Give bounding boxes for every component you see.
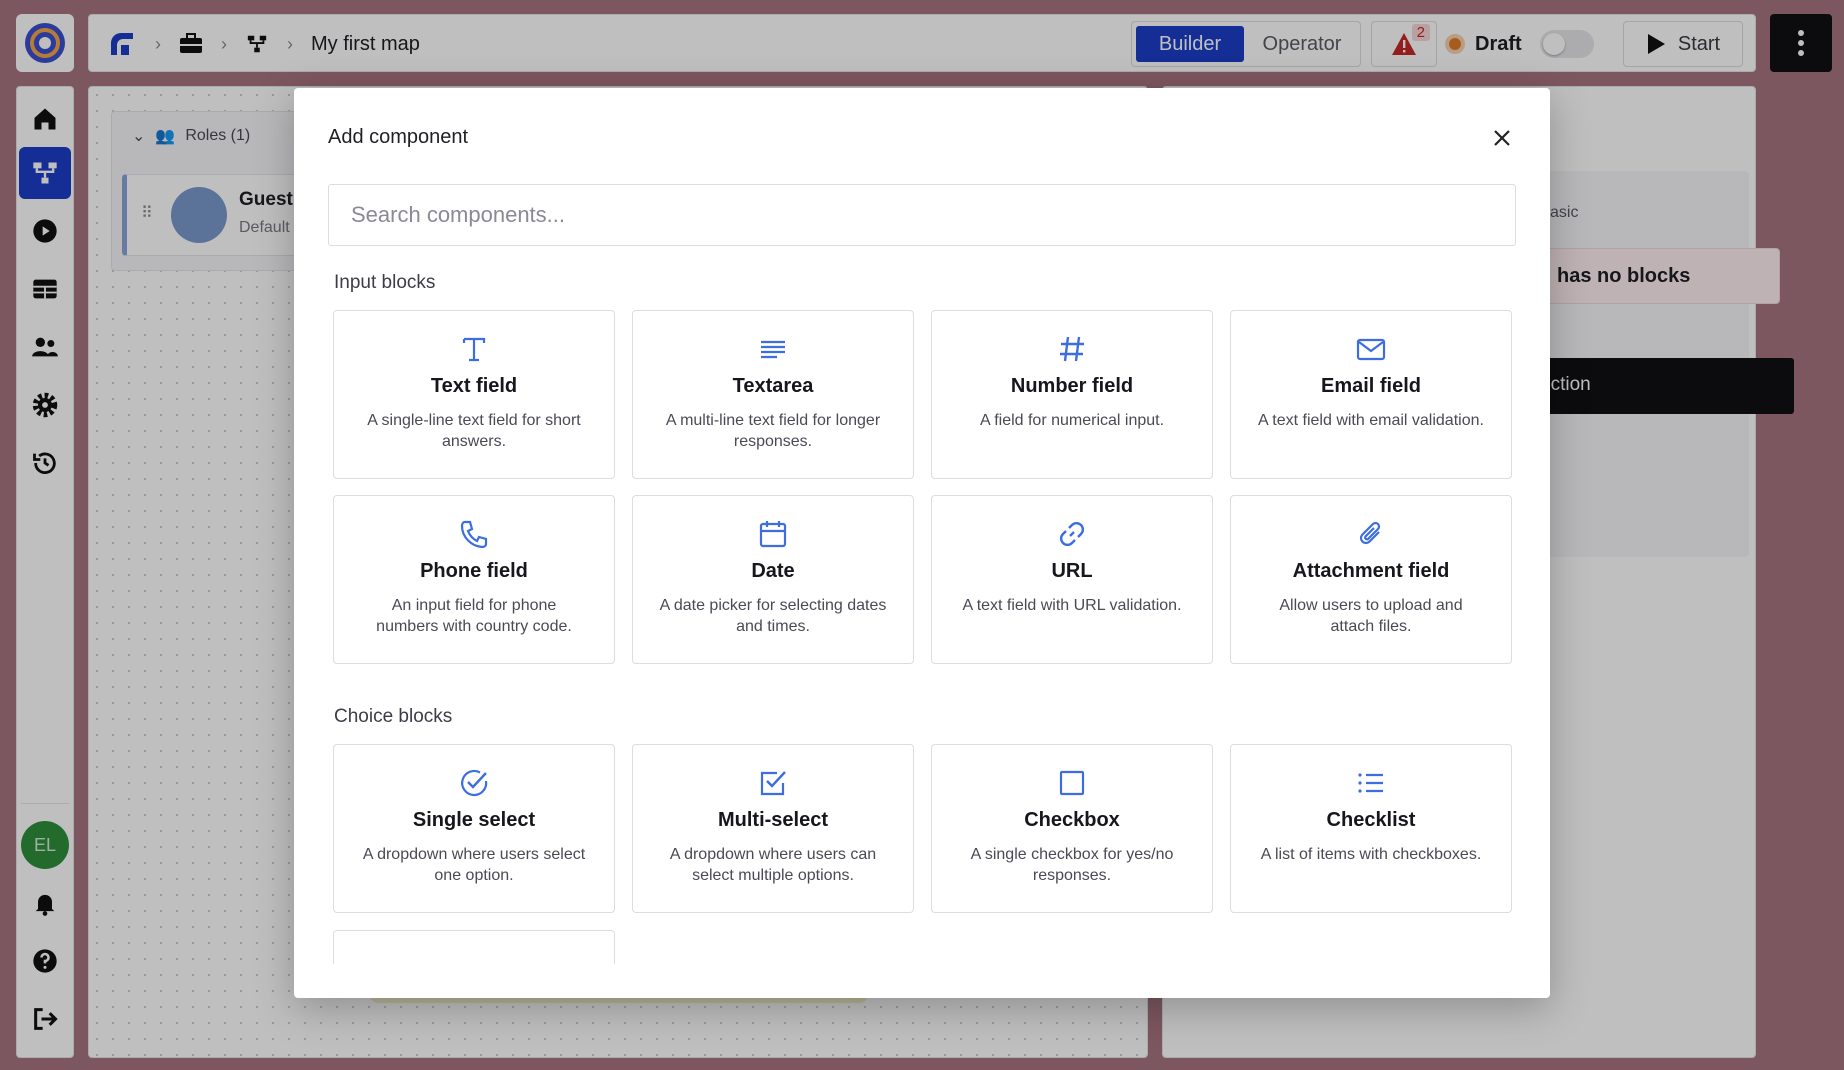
component-card-date[interactable]: Date A date picker for selecting dates an… bbox=[632, 495, 914, 664]
component-description: A text field with URL validation. bbox=[962, 597, 1182, 614]
component-card-url[interactable]: URL A text field with URL validation. bbox=[931, 495, 1213, 664]
component-title: Multi-select bbox=[717, 809, 829, 831]
calendar-icon bbox=[757, 518, 789, 550]
component-title: Checklist bbox=[1326, 809, 1416, 831]
close-button[interactable] bbox=[1488, 124, 1516, 152]
component-title: Single select bbox=[412, 809, 536, 831]
component-card-email-field[interactable]: Email field A text field with email valid… bbox=[1230, 310, 1512, 479]
text-icon bbox=[458, 333, 490, 365]
component-list[interactable]: Input blocks Text field A single-line tex… bbox=[294, 258, 1550, 964]
component-card[interactable] bbox=[333, 930, 615, 964]
mail-icon bbox=[1355, 333, 1387, 365]
component-description: A dropdown where users select one option… bbox=[362, 846, 586, 884]
choice-blocks-grid: Single select A dropdown where users sele… bbox=[333, 744, 1512, 913]
component-description: A text field with email validation. bbox=[1258, 412, 1484, 429]
phone-icon bbox=[458, 518, 490, 550]
paperclip-icon bbox=[1355, 518, 1387, 550]
component-title: Number field bbox=[1010, 375, 1134, 397]
textarea-icon bbox=[757, 333, 789, 365]
component-description: A single checkbox for yes/no responses. bbox=[970, 846, 1174, 884]
section-label-choice-blocks: Choice blocks bbox=[334, 706, 453, 727]
component-description: A list of items with checkboxes. bbox=[1260, 846, 1482, 863]
circle-check-icon bbox=[458, 767, 490, 799]
close-icon bbox=[1494, 130, 1510, 146]
component-description: A field for numerical input. bbox=[979, 412, 1165, 429]
component-description: An input field for phone numbers with co… bbox=[376, 597, 572, 635]
component-title: Phone field bbox=[420, 560, 528, 582]
section-label-input-blocks: Input blocks bbox=[334, 272, 436, 293]
component-title: Date bbox=[751, 560, 795, 582]
search-input[interactable] bbox=[328, 184, 1516, 246]
component-title: Checkbox bbox=[1024, 809, 1120, 831]
component-description: A single-line text field for short answe… bbox=[367, 412, 581, 450]
component-title: Textarea bbox=[732, 375, 814, 397]
modal-title: Add component bbox=[328, 126, 469, 148]
square-check-icon bbox=[757, 767, 789, 799]
list-icon bbox=[1355, 767, 1387, 799]
component-card-attachment-field[interactable]: Attachment field Allow users to upload an… bbox=[1230, 495, 1512, 664]
link-icon bbox=[1056, 518, 1088, 550]
component-card-checkbox[interactable]: Checkbox A single checkbox for yes/no res… bbox=[931, 744, 1213, 913]
component-card-phone-field[interactable]: Phone field An input field for phone numb… bbox=[333, 495, 615, 664]
component-title: Attachment field bbox=[1292, 560, 1450, 582]
component-description: Allow users to upload and attach files. bbox=[1279, 597, 1463, 635]
component-card-number-field[interactable]: Number field A field for numerical input. bbox=[931, 310, 1213, 479]
component-card-checklist[interactable]: Checklist A list of items with checkboxes… bbox=[1230, 744, 1512, 913]
add-component-modal: Add component Input blocks Text field A s… bbox=[294, 88, 1550, 998]
component-title: Email field bbox=[1320, 375, 1422, 397]
hash-icon bbox=[1056, 333, 1088, 365]
component-description: A dropdown where users can select multip… bbox=[669, 846, 877, 884]
square-icon bbox=[1056, 767, 1088, 799]
component-card-multi-select[interactable]: Multi-select A dropdown where users can s… bbox=[632, 744, 914, 913]
input-blocks-grid: Text field A single-line text field for s… bbox=[333, 310, 1512, 664]
component-title: Text field bbox=[430, 375, 518, 397]
component-card-single-select[interactable]: Single select A dropdown where users sele… bbox=[333, 744, 615, 913]
component-title: URL bbox=[1051, 560, 1093, 582]
component-card-text-field[interactable]: Text field A single-line text field for s… bbox=[333, 310, 615, 479]
component-description: A date picker for selecting dates and ti… bbox=[659, 597, 887, 635]
component-description: A multi-line text field for longer respo… bbox=[665, 412, 881, 450]
component-card-textarea[interactable]: Textarea A multi-line text field for long… bbox=[632, 310, 914, 479]
